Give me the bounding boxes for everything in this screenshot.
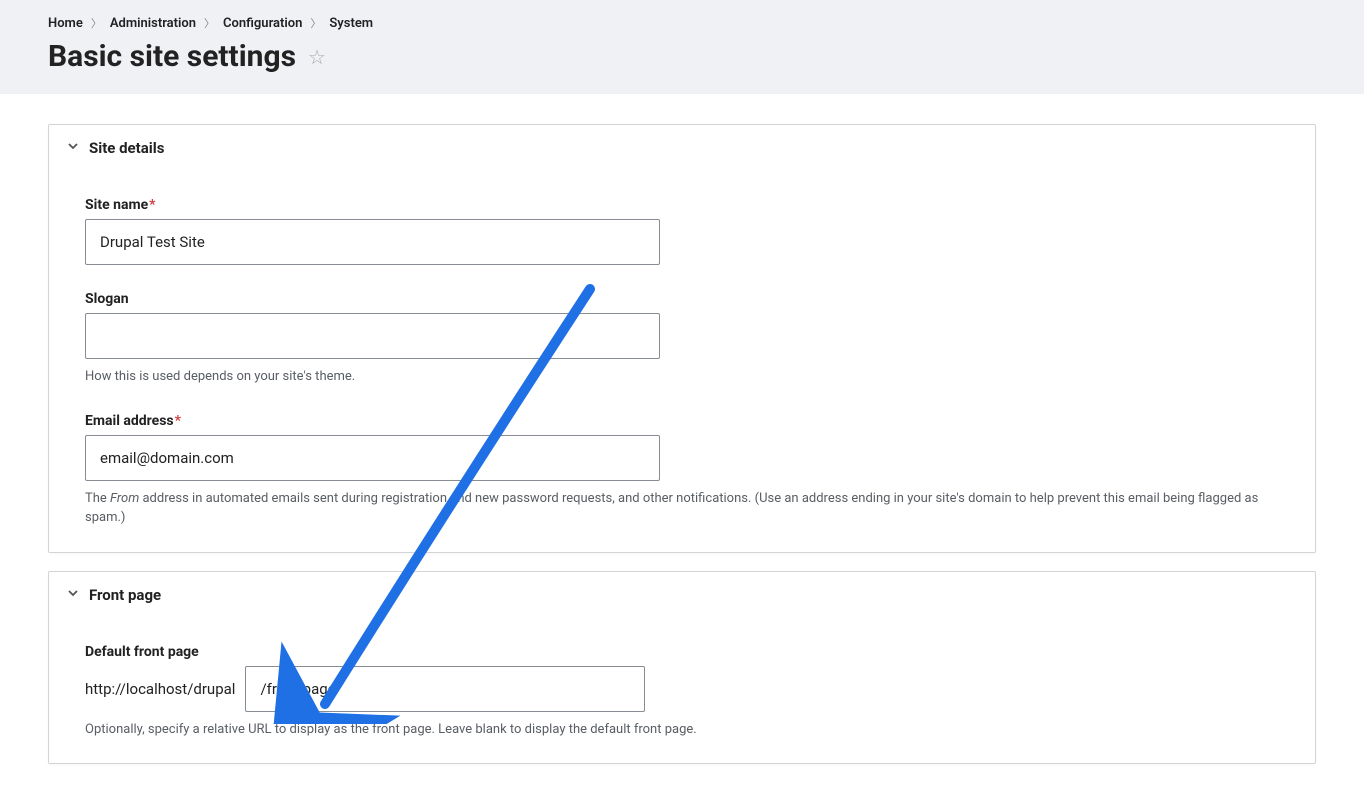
- form-item-site-name: Site name*: [85, 197, 1279, 265]
- required-marker: *: [175, 413, 181, 429]
- fieldset-body-site-details: Site name* Slogan How this is used depen…: [49, 197, 1315, 552]
- fieldset-toggle-site-details[interactable]: Site details: [49, 125, 1315, 171]
- default-front-page-help: Optionally, specify a relative URL to di…: [85, 720, 1279, 740]
- fieldset-title: Front page: [89, 586, 161, 604]
- site-name-input[interactable]: [85, 219, 660, 265]
- chevron-right-icon: 〉: [310, 15, 321, 31]
- fieldset-site-details: Site details Site name* Slogan How this …: [48, 124, 1316, 553]
- required-marker: *: [149, 197, 155, 213]
- page-title-row: Basic site settings ☆: [48, 39, 1316, 74]
- fieldset-title: Site details: [89, 139, 164, 157]
- email-help: The From address in automated emails sen…: [85, 489, 1279, 528]
- slogan-help: How this is used depends on your site's …: [85, 367, 1279, 387]
- breadcrumb-system[interactable]: System: [329, 16, 373, 31]
- default-front-page-label: Default front page: [85, 644, 1279, 660]
- slogan-input[interactable]: [85, 313, 660, 359]
- form-item-slogan: Slogan How this is used depends on your …: [85, 291, 1279, 387]
- header-region: Home 〉 Administration 〉 Configuration 〉 …: [0, 0, 1364, 94]
- fieldset-toggle-front-page[interactable]: Front page: [49, 572, 1315, 618]
- form-item-default-front-page: Default front page http://localhost/drup…: [85, 644, 1279, 740]
- email-label: Email address*: [85, 413, 1279, 429]
- fieldset-body-front-page: Default front page http://localhost/drup…: [49, 644, 1315, 764]
- chevron-right-icon: 〉: [204, 15, 215, 31]
- breadcrumb: Home 〉 Administration 〉 Configuration 〉 …: [48, 15, 1316, 31]
- chevron-down-icon: [67, 140, 79, 156]
- star-icon[interactable]: ☆: [308, 45, 326, 69]
- slogan-label: Slogan: [85, 291, 1279, 307]
- breadcrumb-home[interactable]: Home: [48, 16, 83, 31]
- default-front-page-input[interactable]: [245, 666, 645, 712]
- fieldset-front-page: Front page Default front page http://loc…: [48, 571, 1316, 765]
- front-page-prefix: http://localhost/drupal: [85, 680, 235, 698]
- site-name-label: Site name*: [85, 197, 1279, 213]
- form-item-email: Email address* The From address in autom…: [85, 413, 1279, 528]
- chevron-right-icon: 〉: [91, 15, 102, 31]
- content-region: Site details Site name* Slogan How this …: [0, 94, 1364, 812]
- email-input[interactable]: [85, 435, 660, 481]
- breadcrumb-configuration[interactable]: Configuration: [223, 16, 302, 31]
- page-title: Basic site settings: [48, 39, 296, 74]
- breadcrumb-administration[interactable]: Administration: [110, 16, 196, 31]
- chevron-down-icon: [67, 587, 79, 603]
